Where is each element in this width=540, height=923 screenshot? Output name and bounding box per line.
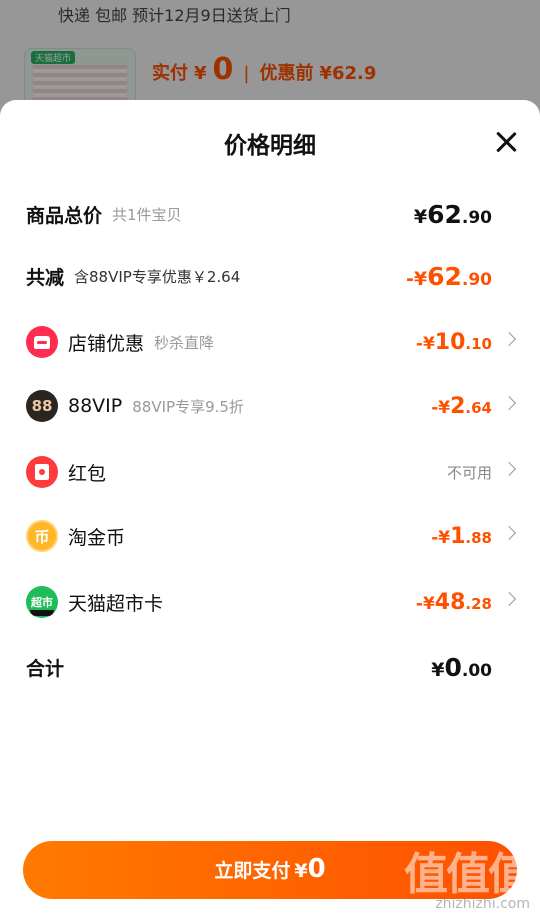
amount-currency: -¥: [415, 333, 435, 354]
row-amount: ¥0.00: [431, 653, 492, 682]
amount-integer: 10: [434, 329, 466, 355]
pay-button-amount: 0: [307, 854, 326, 884]
row-label: 商品总价: [26, 204, 103, 227]
row-total-discount: 共减 含88VIP专享优惠￥2.64 -¥ 62.90: [0, 256, 540, 296]
row-amount: -¥ 62.90: [406, 262, 492, 291]
amount-decimal: .90: [461, 207, 492, 228]
amount-decimal: .10: [465, 334, 492, 353]
row-label: 88VIP: [68, 395, 123, 417]
sheet-title: 价格明细: [224, 133, 316, 159]
shop-icon: [26, 326, 58, 358]
amount-integer: 62: [427, 199, 462, 229]
supermarket-card-icon: 超市: [26, 586, 58, 618]
row-value: 不可用: [447, 462, 492, 483]
row-grand-total: 合计 ¥0.00: [0, 647, 540, 687]
row-label: 淘金币: [68, 526, 126, 549]
row-amount: -¥ 2.64: [431, 394, 492, 419]
amount-decimal: .88: [465, 528, 492, 547]
row-shop-discount[interactable]: 店铺优惠 秒杀直降 -¥ 10.10: [0, 322, 540, 362]
close-icon[interactable]: [494, 130, 518, 154]
row-total-goods: 商品总价 共1件宝贝 ¥62.90: [0, 194, 540, 234]
row-label: 合计: [26, 657, 65, 680]
pay-now-button[interactable]: 立即支付 ¥ 0: [23, 841, 517, 899]
amount-integer: 0: [444, 652, 462, 682]
row-sublabel: 88VIP专享9.5折: [132, 397, 244, 416]
amount-currency: ¥: [413, 205, 428, 228]
amount-currency: ¥: [431, 658, 445, 681]
row-label: 天猫超市卡: [68, 592, 164, 615]
row-amount: -¥ 48.28: [416, 590, 492, 615]
amount-integer: 62: [427, 261, 462, 291]
coin-icon: 币: [26, 520, 58, 552]
unavailable-text: 不可用: [446, 463, 492, 482]
amount-currency: -¥: [405, 267, 428, 290]
row-sublabel: 秒杀直降: [154, 333, 215, 352]
chevron-right-icon[interactable]: [501, 591, 517, 607]
row-label: 店铺优惠: [68, 332, 145, 355]
row-sublabel: 共1件宝贝: [112, 205, 182, 224]
amount-decimal: .64: [465, 398, 492, 417]
chevron-right-icon[interactable]: [501, 525, 517, 541]
pay-button-currency: ¥: [294, 860, 308, 882]
amount-currency: -¥: [431, 397, 451, 418]
chevron-right-icon[interactable]: [501, 395, 517, 411]
row-sublabel: 含88VIP专享优惠￥2.64: [74, 267, 241, 286]
amount-decimal: .90: [461, 269, 492, 290]
row-88vip[interactable]: 88 88VIP 88VIP专享9.5折 -¥ 2.64: [0, 386, 540, 426]
amount-currency: -¥: [431, 527, 451, 548]
amount-integer: 2: [450, 393, 466, 419]
amount-currency: -¥: [415, 593, 435, 614]
row-amount: -¥ 1.88: [431, 524, 492, 549]
row-tmall-supermarket-card[interactable]: 超市 天猫超市卡 -¥ 48.28: [0, 582, 540, 622]
row-label: 红包: [68, 462, 107, 485]
row-amount: -¥ 10.10: [416, 330, 492, 355]
row-red-envelope[interactable]: 红包 不可用: [0, 452, 540, 492]
chevron-right-icon[interactable]: [501, 331, 517, 347]
row-label: 共减: [26, 266, 65, 289]
amount-integer: 48: [434, 589, 466, 615]
amount-decimal: .28: [465, 594, 492, 613]
pay-button-label: 立即支付: [214, 860, 291, 882]
vip-icon: 88: [26, 390, 58, 422]
row-taojinbi[interactable]: 币 淘金币 -¥ 1.88: [0, 516, 540, 556]
amount-integer: 1: [450, 523, 466, 549]
red-envelope-icon: [26, 456, 58, 488]
row-amount: ¥62.90: [414, 200, 492, 229]
price-detail-sheet: 价格明细 商品总价 共1件宝贝 ¥62.90 共减 含88VIP专享优惠￥2.6…: [0, 100, 540, 923]
amount-decimal: .00: [461, 660, 492, 681]
chevron-right-icon[interactable]: [501, 461, 517, 477]
